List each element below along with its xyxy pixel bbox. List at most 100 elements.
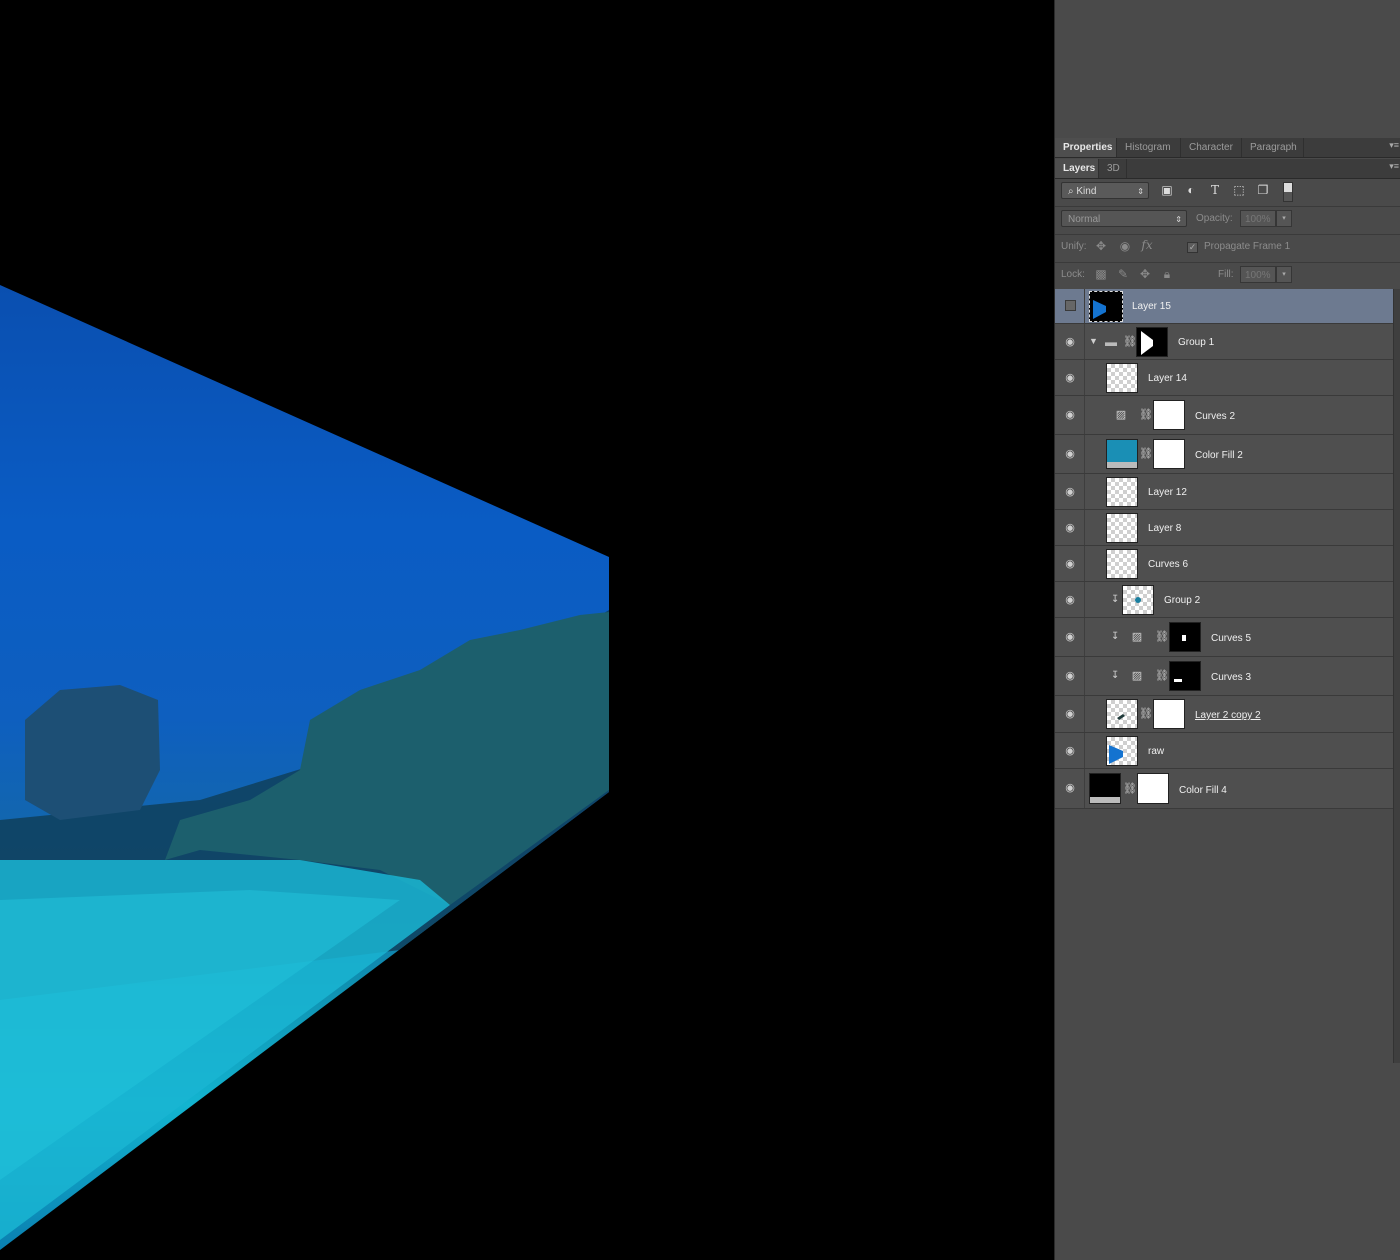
lock-all-icon[interactable]: 🔒︎: [1159, 267, 1175, 281]
unify-visibility-icon[interactable]: ◉: [1117, 239, 1133, 253]
eye-icon[interactable]: ◉: [1063, 373, 1077, 384]
mask-thumbnail[interactable]: [1169, 661, 1201, 691]
visibility-cell[interactable]: ◉: [1055, 618, 1085, 656]
shape-filter-icon[interactable]: ⬚: [1231, 183, 1247, 197]
lock-position-icon[interactable]: ✥: [1137, 267, 1153, 281]
propagate-checkbox[interactable]: ✓: [1187, 242, 1198, 253]
eye-icon[interactable]: ◉: [1063, 487, 1077, 498]
unify-position-icon[interactable]: ✥: [1093, 239, 1109, 253]
layer-name: Curves 5: [1211, 633, 1252, 644]
opacity-field[interactable]: 100%: [1240, 210, 1276, 227]
document-canvas[interactable]: [0, 0, 1054, 1260]
mask-thumbnail[interactable]: [1153, 439, 1185, 469]
visibility-cell[interactable]: ◉: [1055, 582, 1085, 617]
visibility-cell[interactable]: ◉: [1055, 324, 1085, 359]
type-filter-icon[interactable]: T: [1207, 183, 1223, 197]
eye-icon[interactable]: ◉: [1063, 449, 1077, 460]
visibility-cell[interactable]: ◉: [1055, 696, 1085, 732]
eye-icon[interactable]: ◉: [1063, 337, 1077, 348]
link-icon[interactable]: ⛓: [1139, 447, 1153, 460]
eye-icon[interactable]: ◉: [1063, 595, 1077, 606]
mask-spot: [1182, 635, 1186, 641]
eye-icon[interactable]: ◉: [1063, 632, 1077, 643]
layer-row-group-2[interactable]: ◉ ↧ Group 2: [1055, 582, 1393, 618]
fill-color-thumbnail[interactable]: [1089, 773, 1121, 804]
layer-row-curves-5[interactable]: ◉ ↧ ▨ ⛓ Curves 5: [1055, 618, 1393, 657]
eye-icon[interactable]: ◉: [1063, 783, 1077, 794]
layer-thumbnail: [1106, 363, 1138, 393]
layer-row-layer-8[interactable]: ◉ Layer 8: [1055, 510, 1393, 546]
eye-icon[interactable]: ◉: [1063, 523, 1077, 534]
mask-thumbnail[interactable]: [1169, 622, 1201, 652]
visibility-cell[interactable]: ◉: [1055, 657, 1085, 695]
expand-triangle-icon[interactable]: ▼: [1089, 336, 1098, 346]
lock-transparent-icon[interactable]: ▩: [1093, 267, 1109, 281]
eye-icon[interactable]: ◉: [1063, 410, 1077, 421]
layer-row-raw[interactable]: ◉ raw: [1055, 733, 1393, 769]
visibility-box[interactable]: [1065, 300, 1076, 311]
link-icon[interactable]: ⛓: [1123, 782, 1137, 795]
filter-row: ⌕ Kind ⇕ ▣ ◐ T ⬚ ❐: [1055, 179, 1400, 207]
lock-image-icon[interactable]: ✎: [1115, 267, 1131, 281]
link-icon[interactable]: ⛓: [1155, 669, 1169, 682]
kind-filter-select[interactable]: ⌕ Kind ⇕: [1061, 182, 1149, 199]
layer-row-curves-2[interactable]: ◉ ▨ ⛓ Curves 2: [1055, 396, 1393, 435]
layer-row-group-1[interactable]: ◉ ▼ ▬ ⛓ Group 1: [1055, 324, 1393, 360]
adjustment-filter-icon[interactable]: ◐: [1183, 183, 1199, 197]
tab-3d[interactable]: 3D: [1099, 159, 1127, 178]
link-icon[interactable]: ⛓: [1155, 630, 1169, 643]
visibility-cell[interactable]: ◉: [1055, 435, 1085, 473]
visibility-cell[interactable]: ◉: [1055, 769, 1085, 808]
layer-row-color-fill-2[interactable]: ◉ ⛓ Color Fill 2: [1055, 435, 1393, 474]
fill-dropdown-button[interactable]: ▾: [1276, 266, 1292, 283]
eye-icon[interactable]: ◉: [1063, 559, 1077, 570]
layer-name: Group 2: [1164, 595, 1201, 606]
filter-toggle-switch[interactable]: [1283, 182, 1293, 202]
layer-row-layer-14[interactable]: ◉ Layer 14: [1055, 360, 1393, 396]
visibility-cell[interactable]: ◉: [1055, 733, 1085, 768]
visibility-cell[interactable]: ◉: [1055, 546, 1085, 581]
visibility-cell[interactable]: ◉: [1055, 474, 1085, 509]
lock-row: Lock: ▩ ✎ ✥ 🔒︎ Fill: 100% ▾: [1055, 263, 1400, 291]
layers-menu-icon[interactable]: ▾≡: [1389, 161, 1399, 172]
visibility-cell[interactable]: ◉: [1055, 396, 1085, 434]
layers-scrollbar[interactable]: [1393, 289, 1400, 1063]
eye-icon[interactable]: ◉: [1063, 671, 1077, 682]
fill-color-thumbnail[interactable]: [1106, 439, 1138, 469]
layer-row-color-fill-4[interactable]: ◉ ⛓ Color Fill 4: [1055, 769, 1393, 809]
layer-row-layer-12[interactable]: ◉ Layer 12: [1055, 474, 1393, 510]
layer-name: Layer 12: [1148, 487, 1187, 498]
tab-paragraph[interactable]: Paragraph: [1242, 138, 1304, 157]
tab-histogram[interactable]: Histogram: [1117, 138, 1181, 157]
mask-image: [1141, 331, 1153, 355]
mask-thumbnail[interactable]: [1137, 773, 1169, 804]
mask-thumbnail[interactable]: [1153, 400, 1185, 430]
link-icon[interactable]: ⛓: [1123, 335, 1137, 348]
tab-character[interactable]: Character: [1181, 138, 1242, 157]
layer-row-layer-2-copy-2[interactable]: ◉ ⛓ Layer 2 copy 2: [1055, 696, 1393, 733]
layer-row-layer-15[interactable]: Layer 15: [1055, 289, 1393, 324]
smart-object-filter-icon[interactable]: ❐: [1255, 183, 1271, 197]
eye-icon[interactable]: ◉: [1063, 746, 1077, 757]
link-icon[interactable]: ⛓: [1139, 707, 1153, 720]
tab-layers[interactable]: Layers: [1055, 159, 1099, 178]
updown-icon: ⇕: [1137, 187, 1144, 196]
tab-properties[interactable]: Properties: [1055, 138, 1117, 157]
visibility-cell[interactable]: [1055, 289, 1085, 323]
opacity-dropdown-button[interactable]: ▾: [1276, 210, 1292, 227]
unify-style-icon[interactable]: fx: [1139, 238, 1155, 252]
group-mask-thumbnail[interactable]: [1136, 327, 1168, 357]
pixel-filter-icon[interactable]: ▣: [1159, 183, 1175, 197]
panel-menu-icon[interactable]: ▾≡: [1389, 140, 1399, 151]
eye-icon[interactable]: ◉: [1063, 709, 1077, 720]
fill-field[interactable]: 100%: [1240, 266, 1276, 283]
visibility-cell[interactable]: ◉: [1055, 510, 1085, 545]
link-icon[interactable]: ⛓: [1139, 408, 1153, 421]
blend-row: Normal ⇕ Opacity: 100% ▾: [1055, 207, 1400, 235]
visibility-cell[interactable]: ◉: [1055, 360, 1085, 395]
blend-mode-select[interactable]: Normal ⇕: [1061, 210, 1187, 227]
mask-thumbnail[interactable]: [1153, 699, 1185, 729]
layer-row-curves-6[interactable]: ◉ Curves 6: [1055, 546, 1393, 582]
layer-name: Group 1: [1178, 337, 1215, 348]
layer-row-curves-3[interactable]: ◉ ↧ ▨ ⛓ Curves 3: [1055, 657, 1393, 696]
